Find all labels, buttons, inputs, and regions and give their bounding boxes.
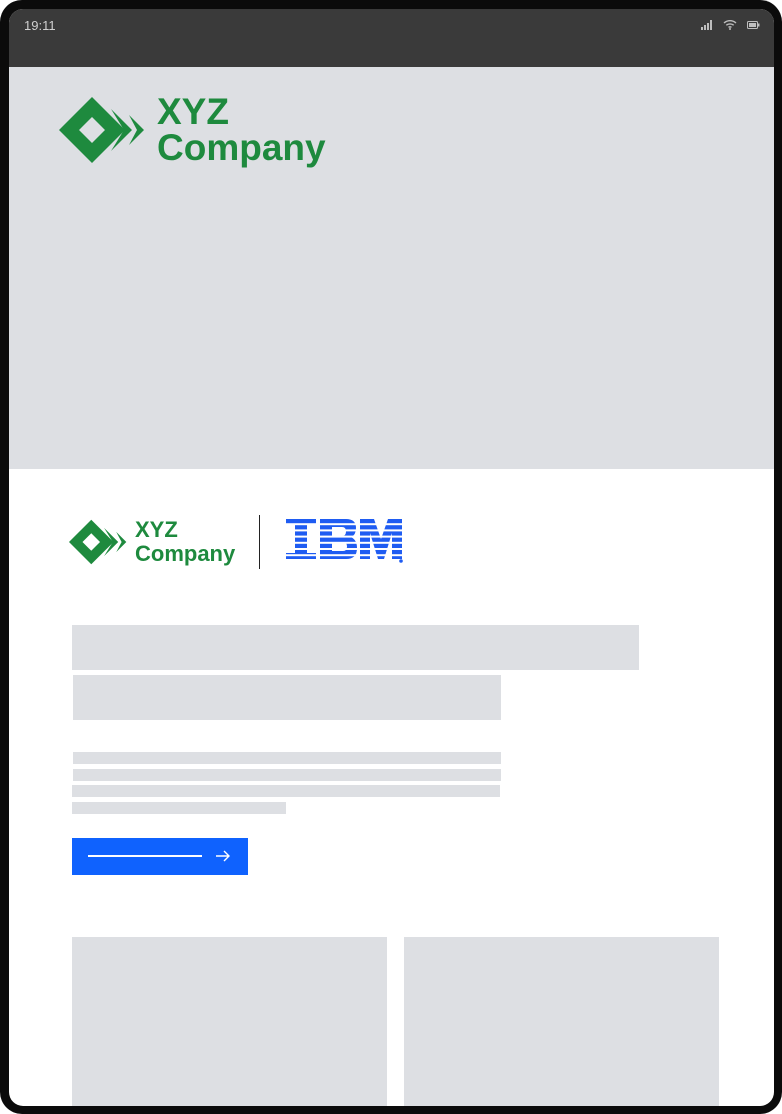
signal-icon (701, 19, 713, 30)
status-icons (701, 19, 760, 30)
wordmark-line2: Company (135, 541, 236, 566)
logo-divider (259, 515, 261, 569)
status-time: 19:11 (24, 18, 56, 33)
wordmark-line2: Company (157, 127, 326, 168)
wifi-icon (723, 19, 737, 30)
wordmark-line1: XYZ (157, 91, 229, 132)
headline-placeholder-line-2 (73, 675, 501, 720)
xyz-company-wordmark-small: XYZ Company (135, 518, 235, 566)
body-placeholder-line-1 (73, 752, 501, 764)
body-placeholder-line-2 (73, 769, 501, 781)
battery-icon (747, 20, 760, 29)
hero-banner: XYZ Company (9, 67, 774, 469)
status-bar: 19:11 (9, 9, 774, 67)
screen: 19:11 XYZ Company XYZ Company (9, 9, 774, 1106)
card-placeholder-left[interactable] (72, 937, 387, 1106)
wordmark-line1: XYZ (135, 517, 178, 542)
ibm-logo (286, 519, 404, 563)
body-placeholder-line-3 (72, 785, 500, 797)
xyz-company-wordmark: XYZ Company (157, 91, 326, 168)
xyz-diamond-mark-icon (69, 519, 127, 565)
body-placeholder-line-4 (72, 802, 286, 814)
xyz-diamond-mark-icon (59, 97, 144, 163)
cta-button[interactable] (72, 838, 248, 875)
card-placeholder-right[interactable] (404, 937, 719, 1106)
tablet-frame: 19:11 XYZ Company XYZ Company (0, 0, 782, 1114)
headline-placeholder-line-1 (72, 625, 639, 670)
arrow-right-icon (216, 850, 230, 862)
xyz-company-logo: XYZ Company (59, 91, 326, 168)
cta-label-placeholder (88, 855, 202, 857)
cobrand-lockup: XYZ Company (69, 514, 404, 570)
